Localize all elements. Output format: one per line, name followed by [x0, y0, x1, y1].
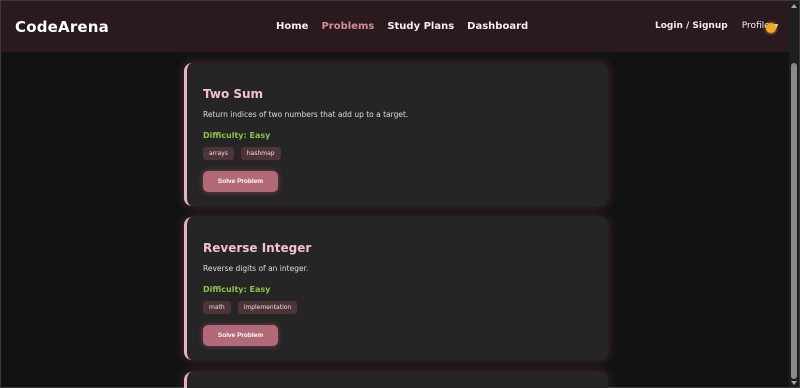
tag-list: math implementation — [203, 301, 298, 314]
solve-problem-button[interactable]: Solve Problem — [203, 325, 278, 346]
problem-title: Two Sum — [203, 87, 264, 101]
difficulty-label: Difficulty: Easy — [203, 285, 271, 294]
nav-link-home[interactable]: Home — [276, 21, 308, 32]
tag-list: arrays hashmap — [203, 147, 281, 160]
login-signup-link[interactable]: Login / Signup — [655, 21, 728, 31]
tag: hashmap — [240, 147, 281, 160]
problem-title: Reverse Integer — [203, 241, 312, 255]
problem-card-partial — [184, 372, 608, 388]
nav-right: Login / Signup Profile ▼ — [655, 21, 778, 31]
nav-link-study-plans[interactable]: Study Plans — [387, 21, 454, 32]
top-navbar: CodeArena Home Problems Study Plans Dash… — [1, 1, 789, 52]
brand-logo[interactable]: CodeArena — [15, 18, 109, 36]
scroll-down-arrow-icon[interactable] — [791, 381, 797, 385]
nav-link-problems[interactable]: Problems — [321, 21, 374, 32]
tag: math — [203, 301, 231, 314]
sun-icon[interactable] — [766, 23, 776, 33]
nav-links: Home Problems Study Plans Dashboard — [276, 21, 528, 32]
nav-link-dashboard[interactable]: Dashboard — [467, 21, 528, 32]
problem-description: Reverse digits of an integer. — [203, 264, 309, 273]
scroll-up-arrow-icon[interactable] — [791, 4, 797, 8]
tag: implementation — [237, 301, 298, 314]
problem-card: Two Sum Return indices of two numbers th… — [184, 63, 608, 206]
difficulty-label: Difficulty: Easy — [203, 131, 271, 140]
solve-problem-button[interactable]: Solve Problem — [203, 171, 278, 192]
tag: arrays — [203, 147, 234, 160]
problem-card: Reverse Integer Reverse digits of an int… — [184, 217, 608, 360]
scroll-thumb[interactable] — [791, 63, 797, 379]
page-scrollbar[interactable] — [789, 1, 799, 387]
problem-description: Return indices of two numbers that add u… — [203, 110, 409, 119]
